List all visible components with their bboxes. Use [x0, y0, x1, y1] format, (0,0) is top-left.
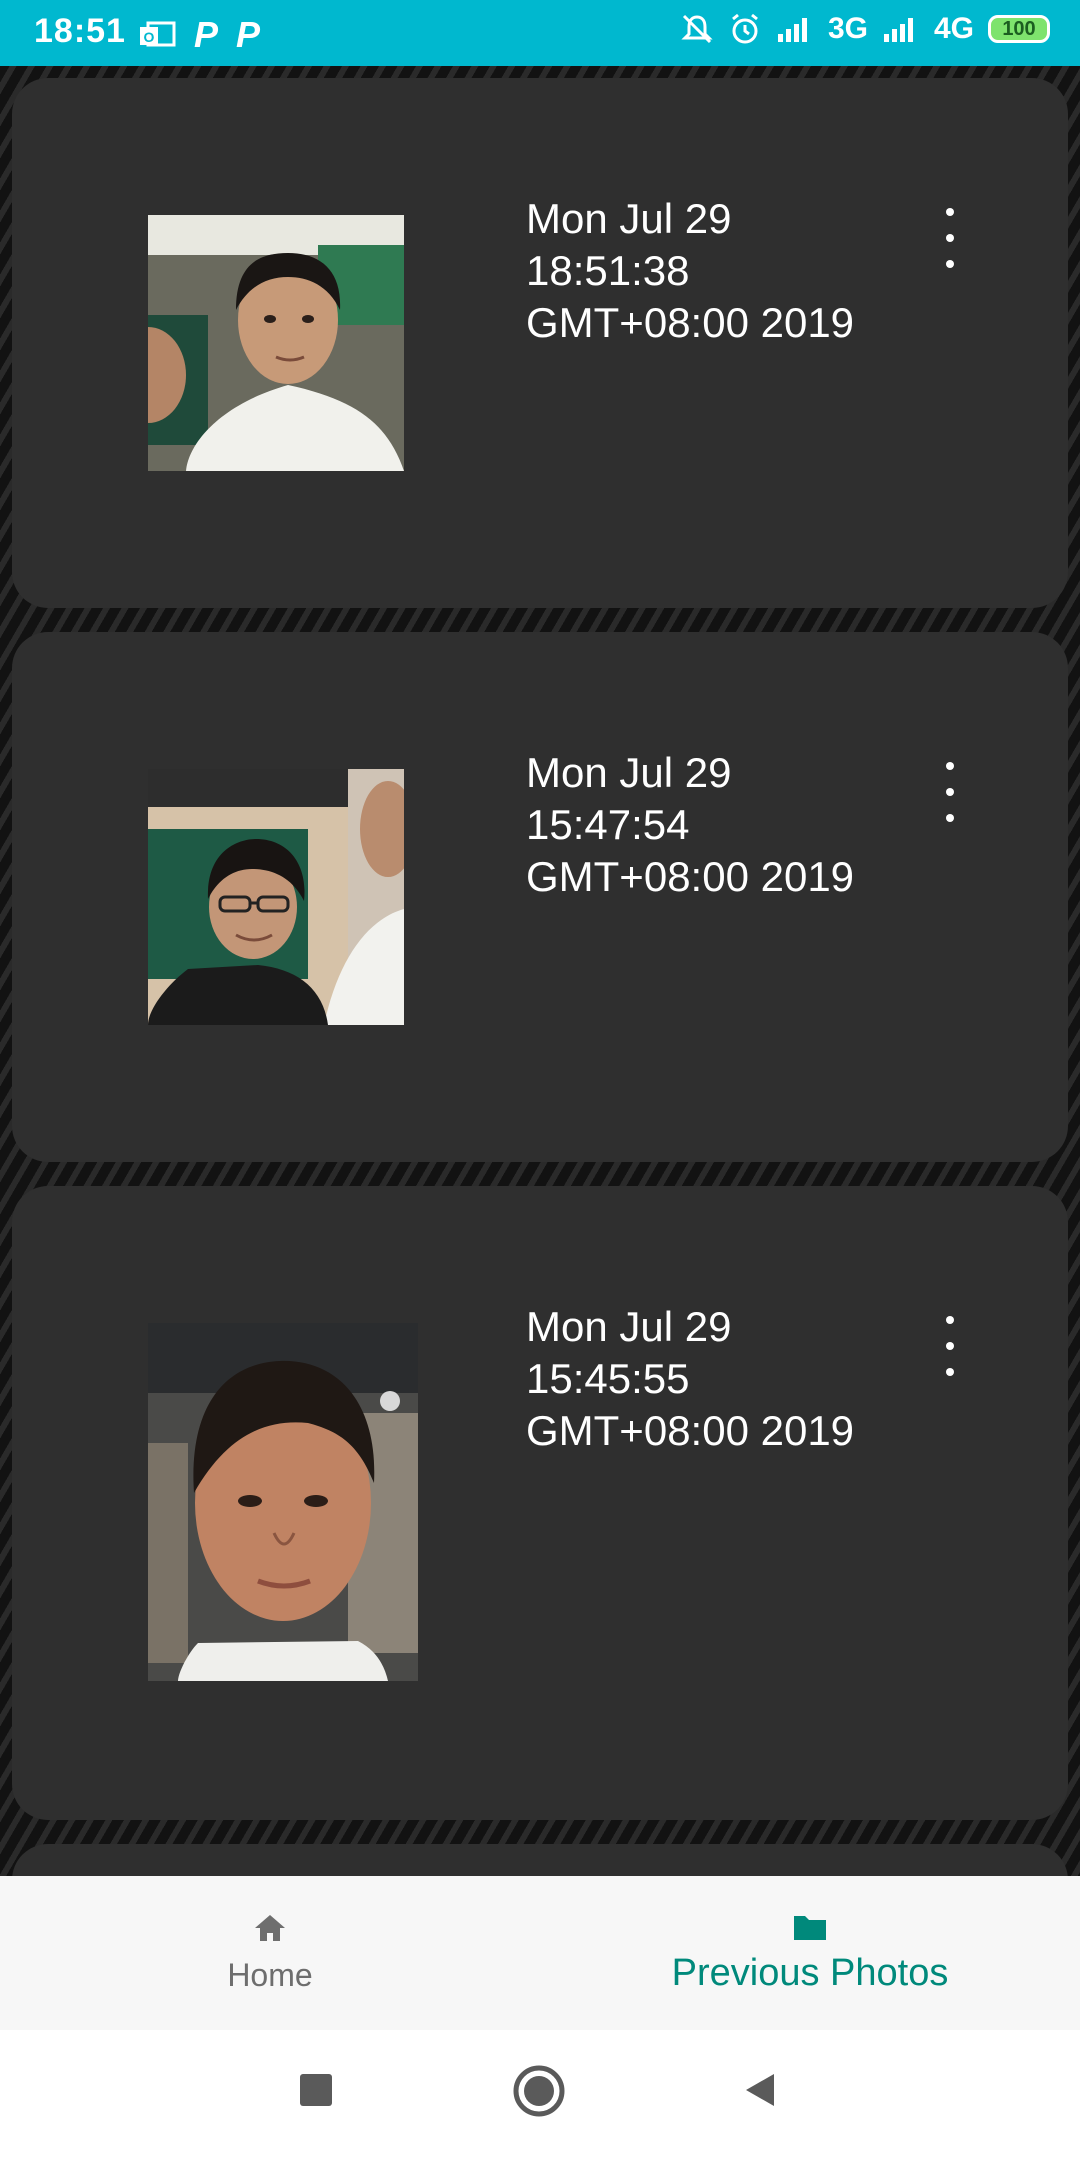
photo-thumbnail[interactable] — [148, 769, 404, 1025]
nav-home[interactable]: Home — [0, 1876, 540, 2030]
photo-thumbnail[interactable] — [148, 1323, 418, 1681]
home-icon — [255, 1914, 285, 1941]
nav-previous-photos[interactable]: Previous Photos — [540, 1876, 1080, 2030]
notification-icons: O P P — [138, 14, 260, 56]
nav-home-label: Home — [227, 1956, 313, 1993]
parking-app-icon-2: P — [236, 14, 261, 55]
photo-card[interactable]: Mon Jul 29 18:51:38 GMT+08:00 2019 — [12, 78, 1068, 608]
photo-date-line: Mon Jul 29 — [526, 195, 732, 242]
battery-icon: 100 — [988, 15, 1050, 43]
photo-date: Mon Jul 29 15:47:54 GMT+08:00 2019 — [526, 747, 926, 903]
home-button[interactable] — [512, 2064, 566, 2118]
alarm-icon — [732, 13, 758, 44]
signal-icon-2 — [883, 18, 913, 42]
more-vertical-icon[interactable] — [930, 1316, 970, 1376]
photo-time-line: 18:51:38 — [526, 247, 690, 294]
svg-text:O: O — [144, 29, 155, 45]
photo-time-line: 15:45:55 — [526, 1355, 690, 1402]
photo-card[interactable]: Mon Jul 29 15:47:54 GMT+08:00 2019 — [12, 632, 1068, 1162]
photo-time-line: 15:47:54 — [526, 801, 690, 848]
back-button[interactable] — [740, 2070, 780, 2110]
bell-off-icon — [681, 14, 713, 44]
signal-icon — [777, 18, 807, 42]
network-type-2: 4G — [933, 12, 974, 45]
photo-date-line: Mon Jul 29 — [526, 749, 732, 796]
parking-app-icon: P — [194, 14, 219, 55]
status-time: 18:51 — [34, 12, 126, 50]
network-type-1: 3G — [827, 12, 868, 45]
photo-thumbnail[interactable] — [148, 215, 404, 471]
photo-timezone-line: GMT+08:00 2019 — [526, 853, 855, 900]
photo-card[interactable]: Mon Jul 29 15:45:55 GMT+08:00 2019 — [12, 1186, 1068, 1820]
recents-button[interactable] — [296, 2070, 336, 2110]
system-navigation-bar — [0, 2030, 1080, 2160]
photo-timezone-line: GMT+08:00 2019 — [526, 299, 855, 346]
outlook-icon: O — [140, 21, 176, 47]
photo-date: Mon Jul 29 15:45:55 GMT+08:00 2019 — [526, 1301, 926, 1457]
nav-previous-photos-label: Previous Photos — [671, 1951, 949, 1994]
bottom-navigation: Home Previous Photos — [0, 1876, 1080, 2030]
more-vertical-icon[interactable] — [930, 762, 970, 822]
system-indicators: 3G 4G 100 — [680, 12, 1050, 46]
photo-timezone-line: GMT+08:00 2019 — [526, 1407, 855, 1454]
photo-date: Mon Jul 29 18:51:38 GMT+08:00 2019 — [526, 193, 926, 349]
photo-date-line: Mon Jul 29 — [526, 1303, 732, 1350]
more-vertical-icon[interactable] — [930, 208, 970, 268]
status-bar: 18:51 O P P 3G 4G 100 — [0, 0, 1080, 66]
folder-icon — [794, 1915, 826, 1940]
